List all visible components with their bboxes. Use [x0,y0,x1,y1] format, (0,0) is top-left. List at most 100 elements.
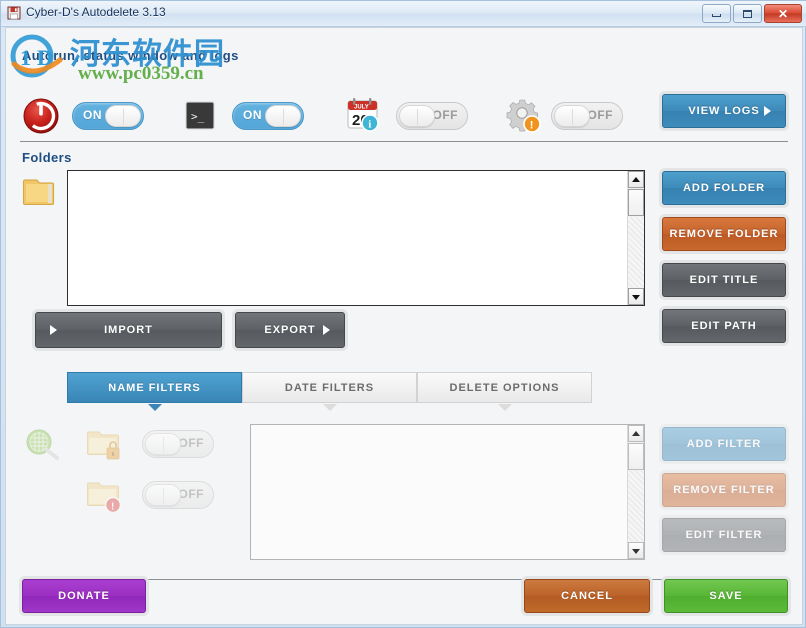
filters-listbox[interactable] [250,424,645,560]
edit-path-button[interactable]: EDIT PATH [662,309,786,343]
svg-text:!: ! [530,120,534,132]
tab-pointer-icon [323,404,337,411]
schedule-toggle[interactable]: OFF [396,102,468,130]
view-logs-button[interactable]: VIEW LOGS [662,94,786,128]
tab-strip: NAME FILTERS DATE FILTERS DELETE OPTIONS [67,372,592,403]
maximize-button[interactable] [733,4,762,23]
logs-toggle-label: OFF [588,108,614,122]
folder-alert-icon: ! [86,477,126,518]
chevron-right-icon [323,325,330,335]
edit-filter-label: EDIT FILTER [686,529,763,541]
remove-folder-button[interactable]: REMOVE FOLDER [662,217,786,251]
gear-warning-icon: ! [505,96,543,139]
svg-text:i: i [368,119,371,131]
schedule-toggle-label: OFF [433,108,459,122]
exclude-filter-toggle[interactable]: OFF [142,430,214,458]
status-window-toggle[interactable]: ON [232,102,304,130]
toggle-knob [554,105,590,127]
scroll-up-button[interactable] [628,171,644,188]
logs-toggle[interactable]: OFF [551,102,623,130]
include-filter-toggle-label: OFF [179,487,205,501]
folders-section-title: Folders [22,150,72,165]
minimize-button[interactable] [702,4,731,23]
minimize-icon [703,5,730,22]
edit-title-label: EDIT TITLE [690,274,759,286]
cancel-label: CANCEL [561,590,613,602]
exclude-filter-toggle-label: OFF [179,436,205,450]
console-icon: >_ [184,100,216,136]
folder-lock-icon [86,426,126,467]
toggle-knob [145,433,181,455]
include-filter-toggle[interactable]: OFF [142,481,214,509]
maximize-icon [734,5,761,22]
cancel-button[interactable]: CANCEL [524,579,650,613]
export-button[interactable]: EXPORT [235,312,345,348]
tab-name-filters-label: NAME FILTERS [108,382,200,394]
divider-folders [20,141,788,142]
donate-button[interactable]: DONATE [22,579,146,613]
tab-name-filters[interactable]: NAME FILTERS [67,372,242,403]
window-title: Cyber-D's Autodelete 3.13 [26,5,166,19]
save-disk-icon [7,6,21,20]
add-folder-label: ADD FOLDER [683,182,765,194]
chevron-right-icon [50,325,57,335]
tab-pointer-icon [498,404,512,411]
filters-scrollbar[interactable] [627,425,644,559]
tab-date-filters-label: DATE FILTERS [285,382,374,394]
triangle-down-icon [632,295,640,300]
filter-sieve-icon [23,428,63,469]
status-window-toggle-label: ON [243,108,262,122]
svg-text:JULY: JULY [354,105,369,111]
toggle-knob [265,105,301,127]
tab-date-filters[interactable]: DATE FILTERS [242,372,417,403]
import-button[interactable]: IMPORT [35,312,222,348]
scroll-thumb[interactable] [628,443,644,470]
view-logs-label: VIEW LOGS [688,105,759,117]
add-filter-label: ADD FILTER [687,438,762,450]
power-icon [22,97,60,140]
autorun-toggle[interactable]: ON [72,102,144,130]
remove-filter-button[interactable]: REMOVE FILTER [662,473,786,507]
save-button[interactable]: SAVE [664,579,788,613]
remove-filter-label: REMOVE FILTER [673,484,774,496]
donate-label: DONATE [58,590,110,602]
edit-filter-button[interactable]: EDIT FILTER [662,518,786,552]
autorun-toggle-label: ON [83,108,102,122]
svg-text:!: ! [111,501,114,512]
export-label: EXPORT [264,324,315,336]
toggle-knob [399,105,435,127]
autorun-section-title: Autorun, status window and logs [22,48,239,63]
add-filter-button[interactable]: ADD FILTER [662,427,786,461]
triangle-up-icon [632,431,640,436]
toggle-knob [105,105,141,127]
triangle-up-icon [632,177,640,182]
tab-pointer-icon [148,404,162,411]
scroll-down-button[interactable] [628,288,644,305]
scroll-track[interactable] [628,217,644,287]
remove-folder-label: REMOVE FOLDER [670,228,779,240]
folders-listbox[interactable] [67,170,645,306]
edit-path-label: EDIT PATH [691,320,756,332]
app-window: Cyber-D's Autodelete 3.13 ✕ Autorun, sta… [0,0,806,628]
scroll-down-button[interactable] [628,542,644,559]
watermark-text-url: www.pc0359.cn [78,63,204,85]
add-folder-button[interactable]: ADD FOLDER [662,171,786,205]
scroll-track[interactable] [628,471,644,541]
tab-delete-options[interactable]: DELETE OPTIONS [417,372,592,403]
folder-icon [22,176,56,213]
toggle-knob [145,484,181,506]
close-icon: ✕ [765,5,801,22]
client-area: Autorun, status window and logs ON [5,27,803,625]
save-label: SAVE [709,590,742,602]
chevron-right-icon [764,106,771,116]
scroll-thumb[interactable] [628,189,644,216]
tab-delete-options-label: DELETE OPTIONS [450,382,560,394]
import-label: IMPORT [104,324,153,336]
title-bar: Cyber-D's Autodelete 3.13 ✕ [1,1,806,27]
svg-text:>_: >_ [191,110,205,123]
scroll-up-button[interactable] [628,425,644,442]
close-button[interactable]: ✕ [764,4,802,23]
calendar-icon: JULY 20 i [344,96,382,139]
edit-title-button[interactable]: EDIT TITLE [662,263,786,297]
folders-scrollbar[interactable] [627,171,644,305]
